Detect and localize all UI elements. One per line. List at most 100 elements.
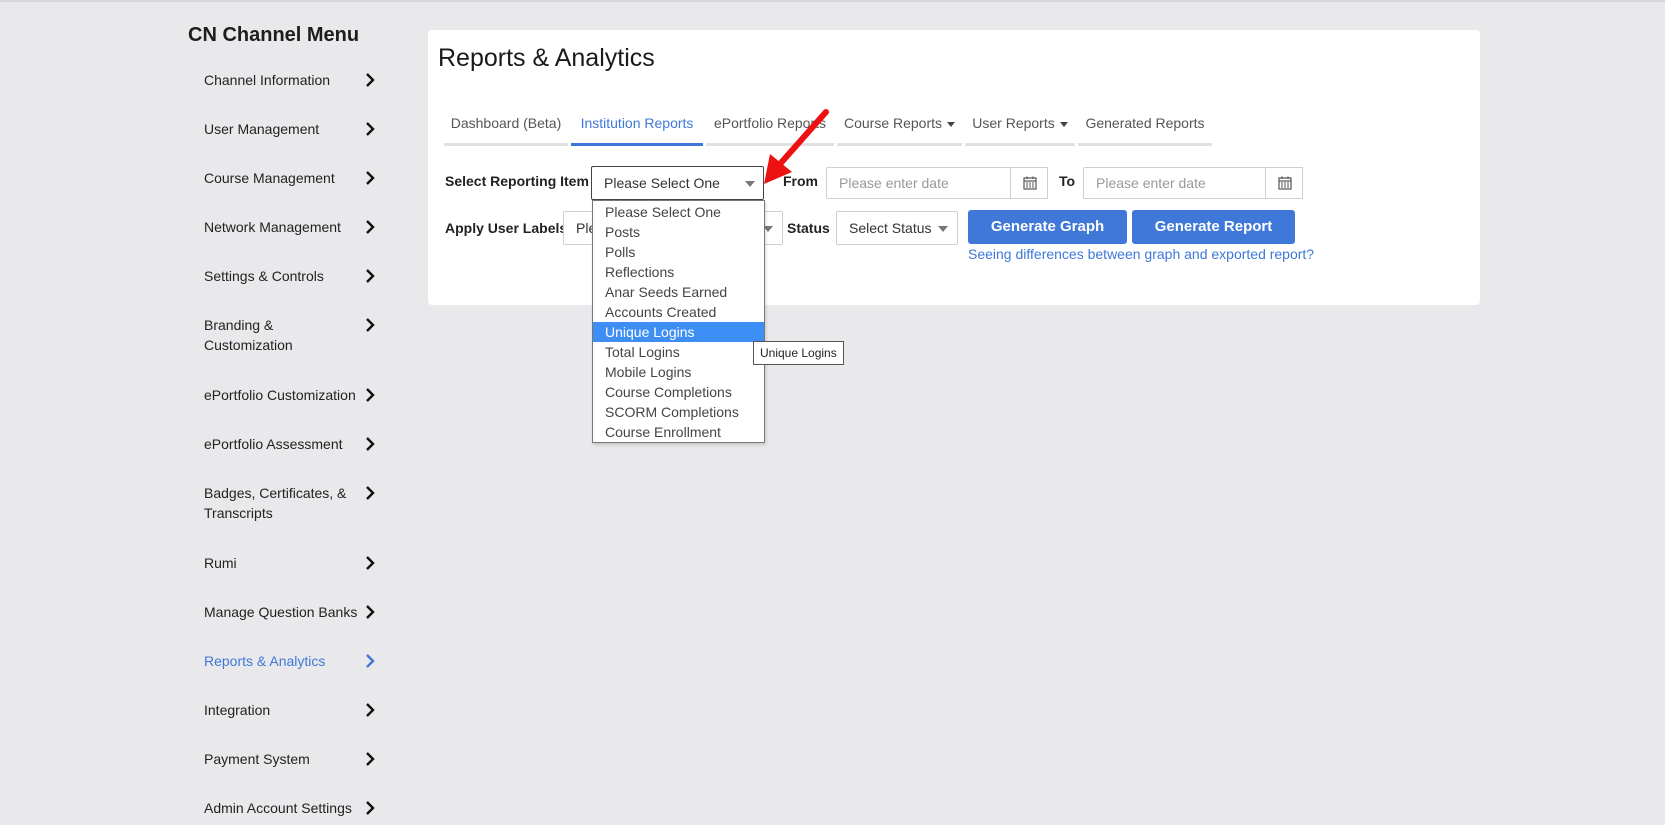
- tab-underline: [1078, 143, 1212, 146]
- tab-label: Generated Reports: [1085, 115, 1205, 131]
- dropdown-option[interactable]: Total Logins: [593, 342, 764, 362]
- chevron-right-icon: [366, 171, 375, 185]
- user-labels-label: Apply User Labels: [445, 220, 568, 236]
- chevron-right-icon: [366, 703, 375, 717]
- graph-report-differences-link[interactable]: Seeing differences between graph and exp…: [968, 246, 1314, 262]
- dropdown-option[interactable]: Course Completions: [593, 382, 764, 402]
- from-date-input[interactable]: Please enter date: [826, 167, 1012, 199]
- calendar-icon: [1023, 176, 1037, 190]
- dropdown-option-highlighted[interactable]: Unique Logins: [593, 322, 764, 342]
- reporting-item-dropdown: Please Select One Posts Polls Reflection…: [592, 200, 765, 443]
- sidebar-item-label: ePortfolio Customization: [204, 387, 356, 403]
- tab-institution-reports[interactable]: Institution Reports: [571, 106, 703, 146]
- tab-label: Institution Reports: [580, 115, 694, 131]
- sidebar-item-eportfolio-customization[interactable]: ePortfolio Customization: [204, 385, 380, 405]
- chevron-right-icon: [366, 437, 375, 451]
- chevron-right-icon: [366, 752, 375, 766]
- dropdown-option[interactable]: Mobile Logins: [593, 362, 764, 382]
- dropdown-option[interactable]: SCORM Completions: [593, 402, 764, 422]
- caret-down-icon: [938, 226, 948, 232]
- sidebar-item-label: Reports & Analytics: [204, 653, 326, 669]
- to-date-placeholder: Please enter date: [1096, 175, 1206, 191]
- to-label: To: [1059, 173, 1076, 189]
- sidebar-item-branding-customization[interactable]: Branding & Customization: [204, 315, 380, 355]
- status-value: Select Status: [849, 220, 932, 236]
- dropdown-option[interactable]: Anar Seeds Earned: [593, 282, 764, 302]
- sidebar-item-network-management[interactable]: Network Management: [204, 217, 380, 237]
- sidebar-item-eportfolio-assessment[interactable]: ePortfolio Assessment: [204, 434, 380, 454]
- dropdown-option[interactable]: Accounts Created: [593, 302, 764, 322]
- sidebar-item-label: Admin Account Settings: [204, 800, 352, 816]
- tab-label: User Reports: [972, 115, 1055, 131]
- sidebar-item-reports-analytics[interactable]: Reports & Analytics: [204, 651, 380, 671]
- tab-label: Dashboard (Beta): [450, 115, 562, 131]
- generate-report-button[interactable]: Generate Report: [1132, 210, 1295, 244]
- sidebar-item-label: Manage Question Banks: [204, 604, 358, 620]
- chevron-right-icon: [366, 486, 375, 500]
- chevron-right-icon: [366, 654, 375, 668]
- sidebar-item-label: Branding & Customization: [204, 317, 293, 353]
- caret-down-icon: [1059, 121, 1068, 127]
- sidebar-item-user-management[interactable]: User Management: [204, 119, 380, 139]
- caret-down-icon: [947, 121, 956, 127]
- dropdown-option[interactable]: Course Enrollment: [593, 422, 764, 442]
- from-date-placeholder: Please enter date: [839, 175, 949, 191]
- sidebar-item-label: Channel Information: [204, 72, 331, 88]
- dropdown-option[interactable]: Posts: [593, 222, 764, 242]
- chevron-right-icon: [366, 220, 375, 234]
- status-label: Status: [787, 220, 830, 236]
- tab-dashboard[interactable]: Dashboard (Beta): [444, 106, 568, 146]
- to-date-input[interactable]: Please enter date: [1083, 167, 1267, 199]
- generate-graph-button[interactable]: Generate Graph: [968, 210, 1127, 244]
- sidebar-item-question-banks[interactable]: Manage Question Banks: [204, 602, 380, 622]
- annotation-arrow-icon: [764, 109, 829, 184]
- chevron-right-icon: [366, 269, 375, 283]
- tab-generated-reports[interactable]: Generated Reports: [1078, 106, 1212, 146]
- tab-underline: [444, 143, 568, 146]
- tab-label: Course Reports: [843, 115, 943, 131]
- calendar-icon: [1278, 176, 1292, 190]
- chevron-right-icon: [366, 73, 375, 87]
- sidebar-item-label: Course Management: [204, 170, 335, 186]
- channel-menu-sidebar: CN Channel Menu Channel Information User…: [0, 0, 400, 825]
- reporting-item-select[interactable]: Please Select One: [591, 166, 764, 200]
- option-tooltip: Unique Logins: [753, 341, 844, 365]
- page-title: Reports & Analytics: [438, 44, 655, 72]
- chevron-right-icon: [366, 556, 375, 570]
- tab-underline: [837, 143, 962, 146]
- sidebar-item-label: Rumi: [204, 555, 237, 571]
- sidebar-item-channel-information[interactable]: Channel Information: [204, 70, 380, 90]
- chevron-right-icon: [366, 122, 375, 136]
- tab-underline: [965, 143, 1075, 146]
- sidebar-item-settings-controls[interactable]: Settings & Controls: [204, 266, 380, 286]
- status-select[interactable]: Select Status: [836, 211, 958, 245]
- sidebar-item-label: Badges, Certificates, & Transcripts: [204, 485, 347, 521]
- dropdown-option[interactable]: Please Select One: [593, 202, 764, 222]
- tab-course-reports[interactable]: Course Reports: [837, 106, 962, 146]
- sidebar-item-label: ePortfolio Assessment: [204, 436, 343, 452]
- sidebar-item-payment-system[interactable]: Payment System: [204, 749, 380, 769]
- sidebar-item-badges-certificates[interactable]: Badges, Certificates, & Transcripts: [204, 483, 380, 523]
- to-calendar-button[interactable]: [1265, 167, 1303, 199]
- from-calendar-button[interactable]: [1010, 167, 1048, 199]
- chevron-right-icon: [366, 801, 375, 815]
- tab-user-reports[interactable]: User Reports: [965, 106, 1075, 146]
- chevron-right-icon: [366, 388, 375, 402]
- sidebar-item-rumi[interactable]: Rumi: [204, 553, 380, 573]
- sidebar-item-integration[interactable]: Integration: [204, 700, 380, 720]
- sidebar-item-label: Payment System: [204, 751, 310, 767]
- sidebar-item-label: Settings & Controls: [204, 268, 324, 284]
- dropdown-option[interactable]: Polls: [593, 242, 764, 262]
- caret-down-icon: [745, 181, 755, 187]
- sidebar-item-label: User Management: [204, 121, 320, 137]
- reporting-item-label: Select Reporting Item: [445, 173, 589, 189]
- dropdown-option[interactable]: Reflections: [593, 262, 764, 282]
- sidebar-title: CN Channel Menu: [188, 24, 360, 46]
- sidebar-item-course-management[interactable]: Course Management: [204, 168, 380, 188]
- sidebar-item-label: Integration: [204, 702, 271, 718]
- sidebar-item-admin-account-settings[interactable]: Admin Account Settings: [204, 798, 380, 818]
- sidebar-item-label: Network Management: [204, 219, 341, 235]
- reporting-item-value: Please Select One: [604, 175, 720, 191]
- chevron-right-icon: [366, 605, 375, 619]
- tab-underline: [571, 143, 703, 146]
